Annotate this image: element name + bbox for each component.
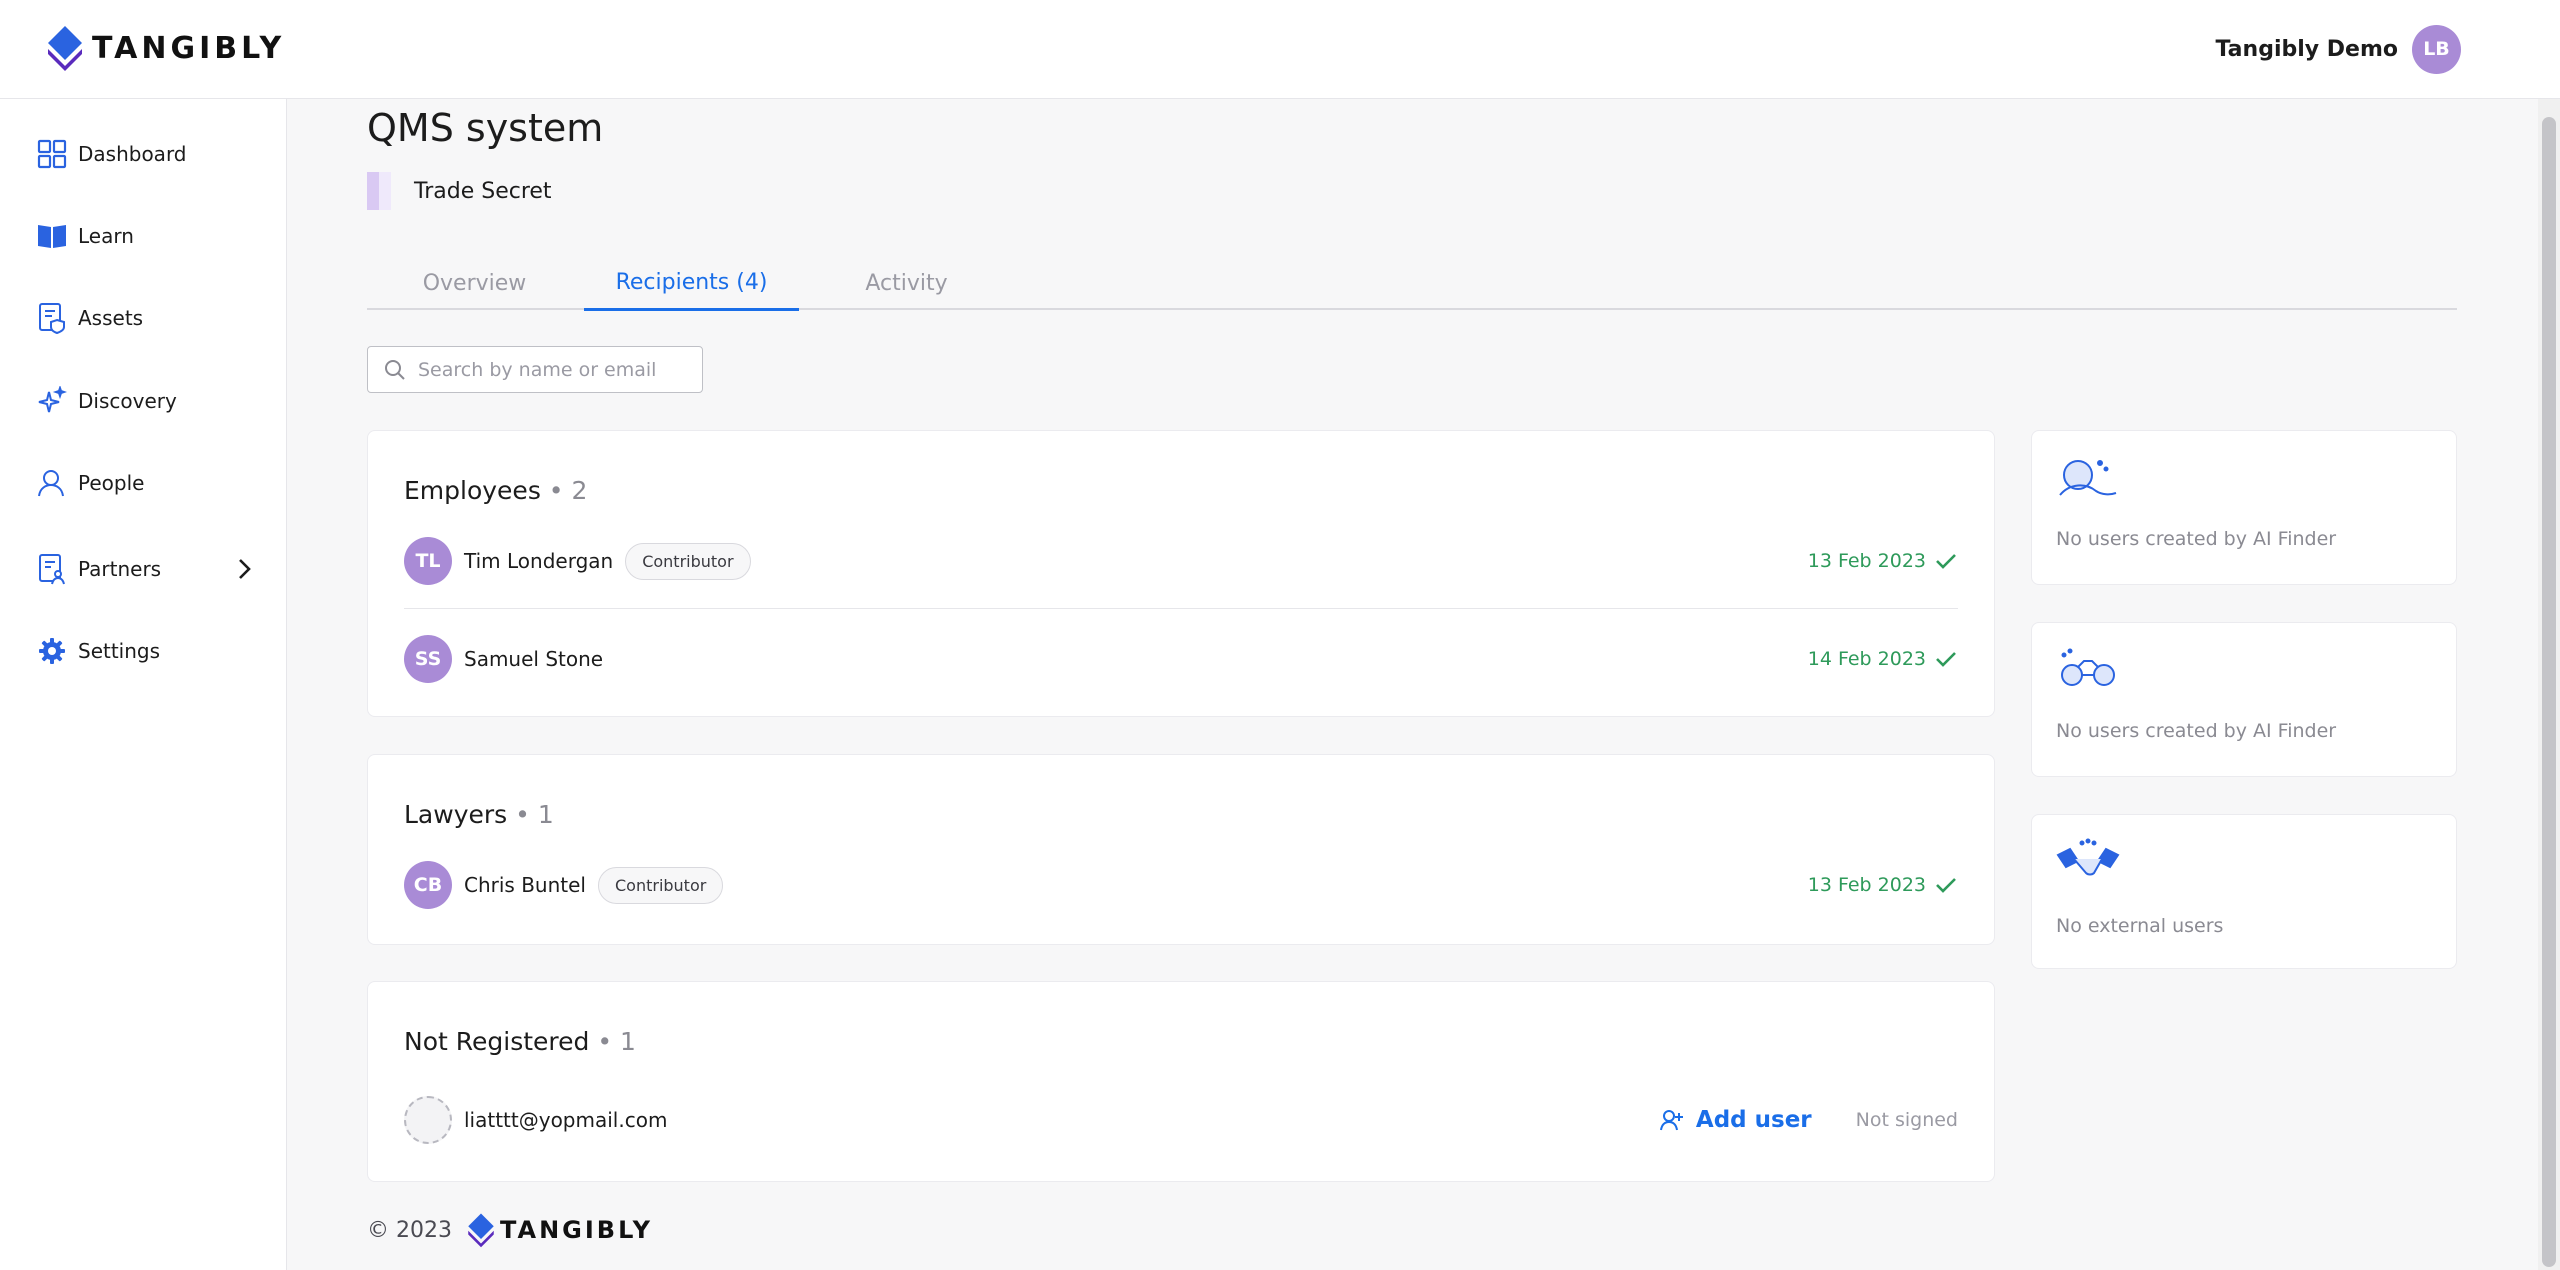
check-icon bbox=[1936, 554, 1956, 569]
page-scrollbar[interactable] bbox=[2538, 99, 2560, 1270]
tab-bar: Overview Recipients (4) Activity bbox=[367, 256, 2457, 311]
sidebar-item-assets[interactable]: Assets bbox=[36, 298, 256, 338]
sidebar-item-learn[interactable]: Learn bbox=[36, 216, 256, 256]
search-icon bbox=[385, 359, 405, 380]
footer-logo-text: TANGIBLY bbox=[499, 1216, 654, 1244]
add-user-icon bbox=[1659, 1110, 1683, 1131]
ai-finder-binoculars-card: No users created by AI Finder bbox=[2031, 622, 2457, 777]
binoculars-icon bbox=[2061, 648, 2115, 686]
tangibly-logo-icon bbox=[468, 1213, 494, 1248]
avatar: CB bbox=[404, 861, 452, 909]
row-divider bbox=[404, 608, 1958, 609]
section-title-not-registered: Not Registered • 1 bbox=[404, 1027, 636, 1056]
search-input[interactable] bbox=[418, 358, 688, 381]
sidebar-item-settings[interactable]: Settings bbox=[36, 631, 256, 671]
table-row[interactable]: SS Samuel Stone 14 Feb 2023 bbox=[404, 631, 1958, 687]
sidebar-item-discovery[interactable]: Discovery bbox=[36, 381, 256, 421]
sparkle-icon bbox=[36, 385, 68, 417]
scrollbar-thumb[interactable] bbox=[2542, 117, 2556, 1267]
dashboard-icon bbox=[36, 138, 68, 170]
sidebar-item-label: People bbox=[78, 471, 145, 495]
check-icon bbox=[1936, 652, 1956, 667]
section-title-employees: Employees • 2 bbox=[404, 476, 588, 505]
chevron-right-icon[interactable] bbox=[232, 557, 256, 581]
table-row[interactable]: CB Chris Buntel Contributor 13 Feb 2023 bbox=[404, 857, 1958, 913]
top-header: TANGIBLY Tangibly Demo LB bbox=[0, 0, 2560, 99]
tangibly-logo-icon bbox=[48, 26, 82, 71]
section-title-lawyers: Lawyers • 1 bbox=[404, 800, 554, 829]
tab-recipients[interactable]: Recipients (4) bbox=[584, 256, 799, 311]
sidebar-item-partners[interactable]: Partners bbox=[36, 549, 256, 589]
avatar: SS bbox=[404, 635, 452, 683]
side-card-text: No users created by AI Finder bbox=[2056, 528, 2337, 550]
add-user-button[interactable]: Add user bbox=[1659, 1107, 1812, 1133]
tab-activity[interactable]: Activity bbox=[799, 256, 1014, 310]
recipient-name: Samuel Stone bbox=[464, 647, 604, 671]
signed-date: 13 Feb 2023 bbox=[1807, 550, 1926, 572]
sidebar-item-dashboard[interactable]: Dashboard bbox=[36, 134, 256, 174]
search-box bbox=[367, 346, 703, 393]
assets-icon bbox=[36, 302, 68, 334]
sidebar-item-label: Settings bbox=[78, 639, 161, 663]
add-user-label: Add user bbox=[1695, 1107, 1812, 1133]
signature-status: Not signed bbox=[1855, 1109, 1958, 1131]
sidebar-item-label: Dashboard bbox=[78, 142, 187, 166]
sidebar-item-label: Learn bbox=[78, 224, 134, 248]
recipient-name: Tim Londergan bbox=[464, 549, 614, 573]
gear-icon bbox=[36, 635, 68, 667]
logo-text: TANGIBLY bbox=[92, 30, 286, 66]
side-card-text: No external users bbox=[2056, 915, 2224, 937]
signed-date: 13 Feb 2023 bbox=[1807, 874, 1926, 896]
handshake-icon bbox=[2056, 838, 2120, 876]
recipient-email: liatttt@yopmail.com bbox=[464, 1108, 668, 1132]
side-card-text: No users created by AI Finder bbox=[2056, 720, 2337, 742]
signed-date: 14 Feb 2023 bbox=[1807, 648, 1926, 670]
sidebar: Dashboard Learn Assets Discovery People … bbox=[0, 99, 287, 1270]
not-registered-card: Not Registered • 1 liatttt@yopmail.com A… bbox=[367, 981, 1995, 1182]
table-row[interactable]: TL Tim Londergan Contributor 13 Feb 2023 bbox=[404, 533, 1958, 589]
sidebar-item-label: Discovery bbox=[78, 389, 177, 413]
copyright: © 2023 bbox=[367, 1217, 452, 1243]
user-avatar[interactable]: LB bbox=[2412, 24, 2461, 74]
check-icon bbox=[1936, 878, 1956, 893]
ai-finder-card: No users created by AI Finder bbox=[2031, 430, 2457, 585]
tab-overview[interactable]: Overview bbox=[367, 256, 582, 310]
asset-type-swatch bbox=[367, 172, 391, 210]
avatar: TL bbox=[404, 537, 452, 585]
page-title: QMS system bbox=[367, 106, 604, 150]
user-name: Tangibly Demo bbox=[2215, 36, 2398, 62]
ai-finder-icon bbox=[2059, 460, 2117, 496]
person-icon bbox=[36, 467, 68, 499]
sidebar-item-people[interactable]: People bbox=[36, 463, 256, 503]
sidebar-item-label: Assets bbox=[78, 306, 144, 330]
partners-icon bbox=[36, 553, 68, 585]
employees-card: Employees • 2 TL Tim Londergan Contribut… bbox=[367, 430, 1995, 717]
sidebar-item-label: Partners bbox=[78, 557, 162, 581]
role-badge: Contributor bbox=[625, 542, 751, 580]
table-row[interactable]: liatttt@yopmail.com Add user Not signed bbox=[404, 1092, 1958, 1148]
avatar-placeholder bbox=[404, 1096, 452, 1144]
lawyers-card: Lawyers • 1 CB Chris Buntel Contributor … bbox=[367, 754, 1995, 945]
tangibly-logo[interactable]: TANGIBLY bbox=[46, 24, 285, 72]
book-icon bbox=[36, 220, 68, 252]
recipient-name: Chris Buntel bbox=[464, 873, 586, 897]
role-badge: Contributor bbox=[597, 866, 724, 904]
user-menu[interactable]: Tangibly Demo LB bbox=[2216, 24, 2461, 74]
asset-type-label: Trade Secret bbox=[414, 179, 552, 204]
external-users-card: No external users bbox=[2031, 814, 2457, 969]
footer: © 2023 TANGIBLY bbox=[367, 1212, 653, 1248]
